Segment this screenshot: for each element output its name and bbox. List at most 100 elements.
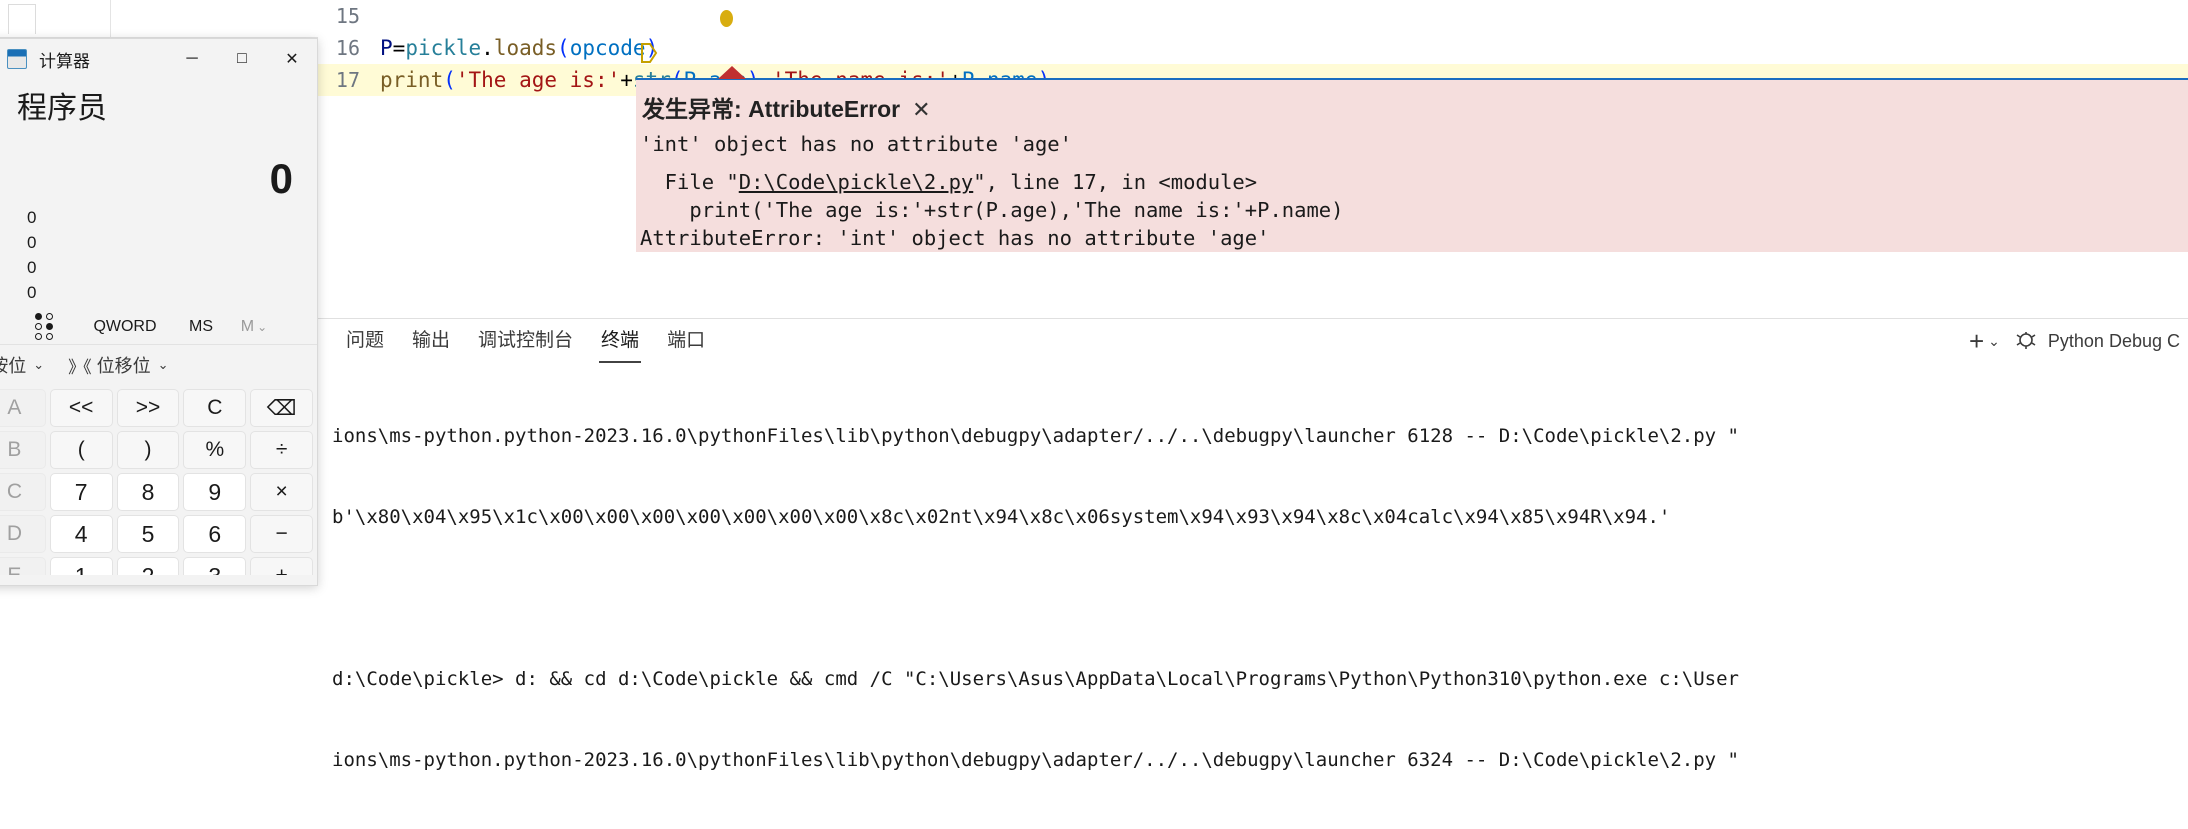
- exception-widget: 发生异常: AttributeError ✕ 'int' object has …: [636, 78, 2188, 252]
- key-backspace[interactable]: ⌫: [250, 389, 313, 427]
- bitshift-icon: 》《: [68, 357, 91, 377]
- debug-icon[interactable]: [2014, 329, 2038, 353]
- screen-root: 15 16 P=pickle.loads(opcode) 17 print('T…: [0, 0, 2188, 829]
- base-value-hex: 0: [27, 207, 37, 227]
- close-button[interactable]: ✕: [267, 39, 317, 79]
- bit-toggle-dot: [45, 313, 53, 320]
- terminal-line: ions\ms-python.python-2023.16.0\pythonFi…: [332, 749, 1739, 771]
- word-size-button[interactable]: QWORD: [77, 309, 173, 345]
- exception-title-text: 发生异常: AttributeError: [642, 90, 900, 124]
- line-number-16: 16: [335, 36, 360, 60]
- key-4[interactable]: 4: [49, 515, 113, 553]
- key-paren-open[interactable]: (: [49, 431, 113, 469]
- bitshift-label: 位移位: [96, 356, 151, 376]
- exception-prefix: 发生异常:: [642, 96, 749, 122]
- base-row-oct[interactable]: CT 0: [0, 255, 317, 280]
- bit-toggle-icon[interactable]: [11, 309, 77, 345]
- base-label-dec: EC: [0, 233, 5, 253]
- base-row-hex[interactable]: EX 0: [0, 205, 317, 230]
- token-equals: =: [392, 36, 406, 60]
- key-paren-close[interactable]: ): [116, 431, 180, 469]
- key-subtract[interactable]: −: [250, 515, 313, 553]
- key-7[interactable]: 7: [49, 473, 113, 511]
- key-shift-left[interactable]: <<: [49, 389, 113, 427]
- token-string-1: 'The age is:': [455, 68, 621, 92]
- memory-store-button[interactable]: MS: [173, 309, 229, 345]
- trace-post: ", line 17, in <module>: [973, 170, 1258, 194]
- key-6[interactable]: 6: [183, 515, 247, 553]
- calculator-window[interactable]: 计算器 ─ □ ✕ 程序员 0 EX 0 EC: [0, 38, 318, 586]
- base-value-dec: 0: [27, 232, 37, 252]
- key-c-hex[interactable]: C: [0, 473, 46, 511]
- tab-output[interactable]: 输出: [398, 319, 464, 363]
- bit-toggle-dot: [45, 323, 53, 330]
- calculator-display: 0: [0, 131, 317, 205]
- close-icon[interactable]: ✕: [912, 97, 930, 123]
- minimize-button[interactable]: ─: [167, 39, 217, 79]
- exception-message: 'int' object has no attribute 'age': [640, 132, 1072, 156]
- chevron-down-icon: ⌄: [257, 319, 268, 334]
- key-8[interactable]: 8: [116, 473, 180, 511]
- key-clear[interactable]: C: [183, 389, 247, 427]
- code-editor[interactable]: 15 16 P=pickle.loads(opcode) 17 print('T…: [318, 0, 2188, 318]
- token-dot: .: [481, 36, 494, 60]
- base-row-bin[interactable]: N 0: [0, 280, 317, 305]
- base-value-bin: 0: [27, 282, 37, 302]
- memory-dropdown-button[interactable]: M ⌄: [229, 309, 279, 345]
- key-9[interactable]: 9: [183, 473, 247, 511]
- key-d[interactable]: D: [0, 515, 46, 553]
- token-argument: opcode: [569, 36, 646, 60]
- token-paren-open-17: (: [443, 68, 456, 92]
- tab-ports[interactable]: 端口: [653, 319, 719, 363]
- calculator-app-icon: [7, 49, 27, 69]
- chevron-down-icon: ⌄: [157, 357, 169, 372]
- vscode-window: 15 16 P=pickle.loads(opcode) 17 print('T…: [0, 0, 2188, 829]
- calculator-bottom-strip: [0, 575, 317, 585]
- editor-tab-partial[interactable]: [8, 4, 36, 34]
- maximize-button[interactable]: □: [217, 39, 267, 79]
- token-plus-1: +: [620, 68, 633, 92]
- bit-toggle-glyph: [34, 313, 54, 340]
- editor-tabbar-left: [0, 0, 318, 38]
- calculator-operations-bar: ↦ 按位 ⌄ 》《 位移位 ⌄: [0, 345, 317, 385]
- terminal-line: ions\ms-python.python-2023.16.0\pythonFi…: [332, 425, 1739, 447]
- tab-problems[interactable]: 问题: [332, 319, 398, 363]
- token-paren-open: (: [557, 36, 570, 60]
- tab-debug-console[interactable]: 调试控制台: [464, 319, 587, 363]
- calculator-titlebar[interactable]: 计算器 ─ □ ✕: [0, 39, 317, 79]
- memory-dropdown-label: M: [240, 317, 255, 335]
- code-line-16[interactable]: 16 P=pickle.loads(opcode): [318, 32, 2188, 64]
- terminal-line: b'\x80\x04\x95\x1c\x00\x00\x00\x00\x00\x…: [332, 506, 1671, 528]
- calculator-header: 程序员: [0, 79, 317, 131]
- bit-grid-icon[interactable]: [0, 309, 11, 345]
- key-5[interactable]: 5: [116, 515, 180, 553]
- terminal-output[interactable]: ions\ms-python.python-2023.16.0\pythonFi…: [318, 363, 2188, 829]
- line-number-15: 15: [335, 4, 360, 28]
- tab-terminal[interactable]: 终端: [587, 319, 653, 363]
- exception-pointer: [718, 66, 746, 79]
- terminal-profile-label: Python Debug C: [2047, 330, 2180, 351]
- bit-toggle-dot: [34, 323, 42, 330]
- debug-current-line-arrow: [641, 43, 658, 63]
- display-value: 0: [269, 155, 293, 202]
- key-multiply[interactable]: ×: [250, 473, 313, 511]
- base-row-dec[interactable]: EC 0: [0, 230, 317, 255]
- key-divide[interactable]: ÷: [250, 431, 313, 469]
- bitwise-dropdown[interactable]: ↦ 按位 ⌄: [0, 352, 44, 378]
- calculator-toolbar: QWORD MS M ⌄: [0, 309, 317, 345]
- menu-icon[interactable]: [0, 98, 3, 112]
- chevron-down-icon: ⌄: [1988, 332, 2000, 349]
- bit-toggle-dot: [34, 333, 42, 340]
- bitwise-label: 按位: [0, 356, 27, 376]
- key-modulo[interactable]: %: [183, 431, 247, 469]
- base-label-bin: N: [0, 283, 5, 303]
- bitshift-dropdown[interactable]: 》《 位移位 ⌄: [68, 352, 168, 378]
- token-module: pickle: [405, 36, 482, 60]
- key-shift-right[interactable]: >>: [116, 389, 180, 427]
- new-terminal-button[interactable]: + ⌄: [1965, 328, 2004, 354]
- breakpoint-indicator[interactable]: [720, 10, 733, 27]
- key-a[interactable]: A: [0, 389, 46, 427]
- code-line-15[interactable]: 15: [318, 0, 2188, 32]
- trace-file-link[interactable]: D:\Code\pickle\2.py: [739, 170, 974, 194]
- key-b[interactable]: B: [0, 431, 46, 469]
